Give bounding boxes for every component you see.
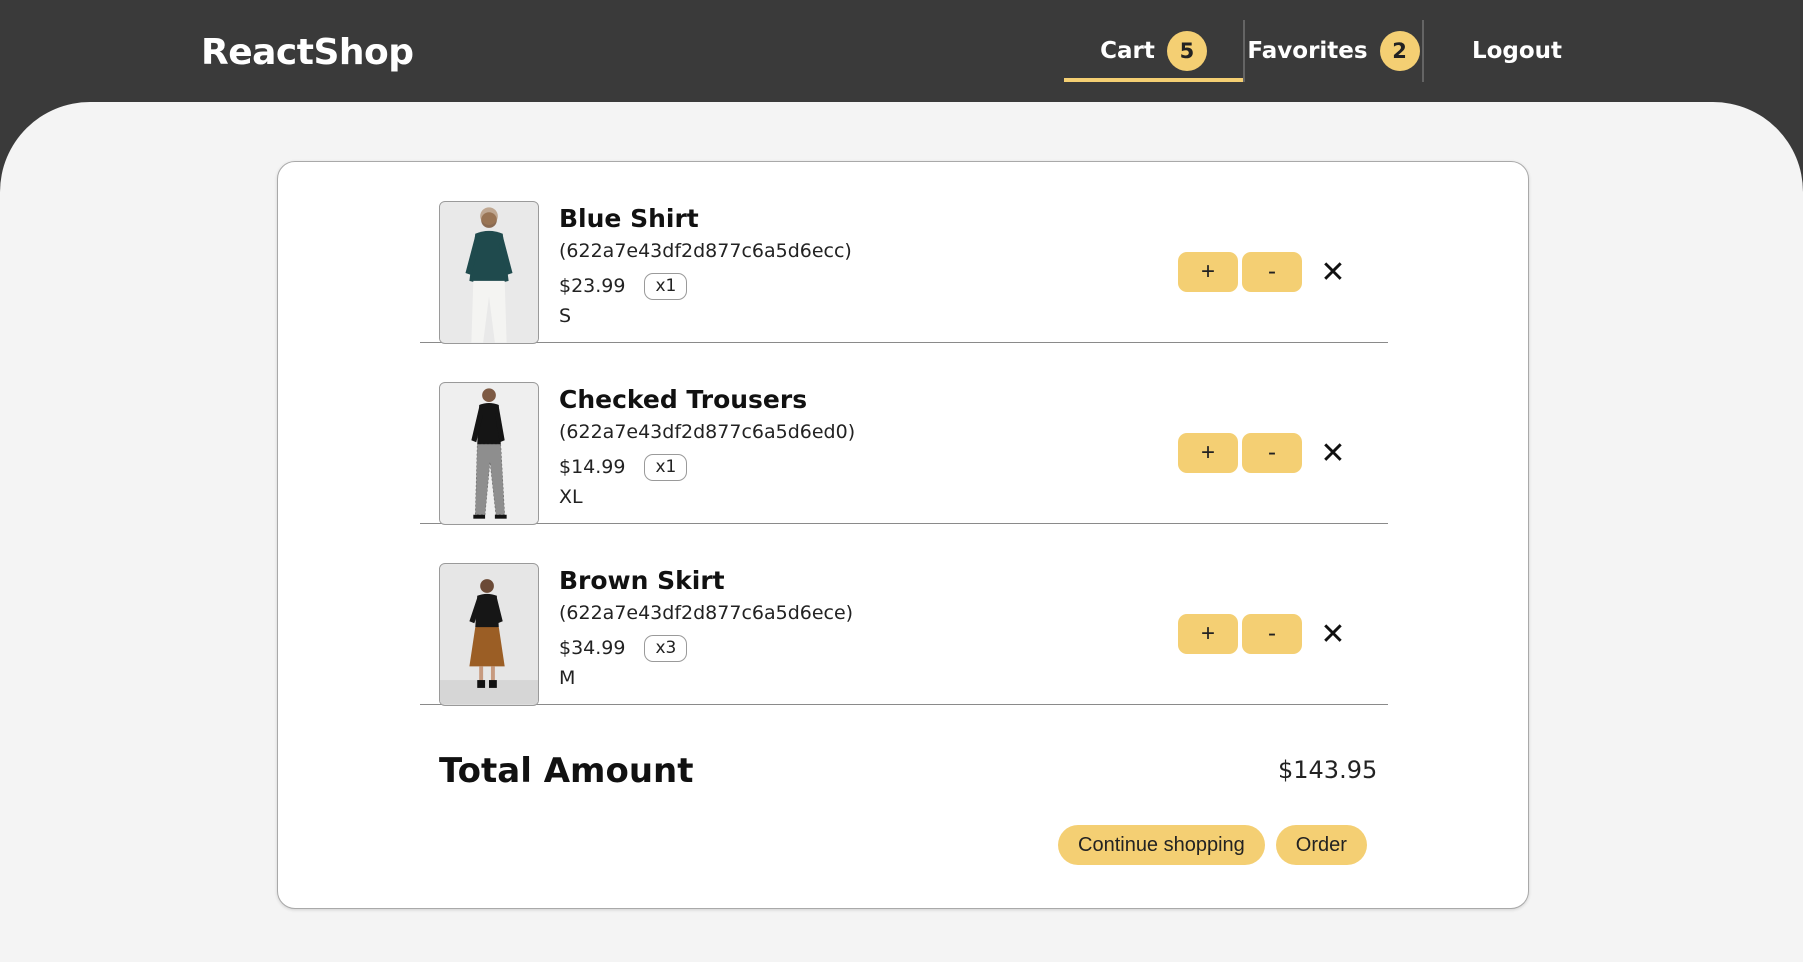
remove-item-icon[interactable]: ✕ [1316, 255, 1350, 290]
item-price: $34.99 [559, 637, 626, 659]
decrease-quantity-button[interactable]: - [1242, 252, 1302, 292]
total-amount-value: $143.95 [1278, 756, 1378, 784]
decrease-quantity-button[interactable]: - [1242, 433, 1302, 473]
main-content: Blue Shirt (622a7e43df2d877c6a5d6ecc) $2… [0, 102, 1803, 962]
remove-item-icon[interactable]: ✕ [1316, 436, 1350, 471]
cart-actions: Continue shopping Order [1058, 825, 1367, 865]
item-price: $23.99 [559, 275, 626, 297]
price-row: $34.99 x3 [559, 633, 853, 663]
product-image-blue-shirt [440, 202, 538, 343]
price-row: $14.99 x1 [559, 452, 855, 482]
nav-favorites-label: Favorites [1247, 38, 1368, 64]
increase-quantity-button[interactable]: + [1178, 433, 1238, 473]
item-info: Brown Skirt (622a7e43df2d877c6a5d6ece) $… [559, 563, 853, 691]
order-button[interactable]: Order [1275, 825, 1367, 865]
item-id: (622a7e43df2d877c6a5d6ece) [559, 602, 854, 624]
product-image-brown-skirt [440, 564, 538, 705]
nav-favorites[interactable]: Favorites 2 [1243, 20, 1422, 82]
cart-item: Checked Trousers (622a7e43df2d877c6a5d6e… [420, 343, 1388, 525]
nav-cart[interactable]: Cart 5 [1064, 20, 1243, 82]
total-amount-label: Total Amount [439, 751, 694, 791]
top-navbar: ReactShop Cart 5 Favorites 2 Logout [0, 0, 1803, 104]
price-row: $23.99 x1 [559, 271, 852, 301]
favorites-count-badge: 2 [1379, 31, 1420, 71]
item-controls: + - ✕ [1178, 252, 1350, 292]
item-quantity: x1 [644, 453, 688, 481]
decrease-quantity-button[interactable]: - [1242, 614, 1302, 654]
brand-logo[interactable]: ReactShop [201, 32, 414, 73]
cart-item: Blue Shirt (622a7e43df2d877c6a5d6ecc) $2… [420, 162, 1388, 344]
item-size: S [559, 305, 572, 327]
product-image-checked-trousers [440, 383, 538, 524]
item-quantity: x3 [644, 634, 688, 662]
increase-quantity-button[interactable]: + [1178, 614, 1238, 654]
item-id: (622a7e43df2d877c6a5d6ecc) [559, 240, 852, 262]
item-name[interactable]: Brown Skirt [559, 563, 853, 599]
nav-cart-label: Cart [1100, 38, 1155, 64]
cart-count-badge: 5 [1166, 31, 1207, 71]
increase-quantity-button[interactable]: + [1178, 252, 1238, 292]
product-image [439, 201, 539, 344]
item-controls: + - ✕ [1178, 614, 1350, 654]
item-name[interactable]: Checked Trousers [559, 382, 855, 418]
remove-item-icon[interactable]: ✕ [1316, 617, 1350, 652]
product-image [439, 382, 539, 525]
item-size: XL [559, 486, 583, 508]
cart-card: Blue Shirt (622a7e43df2d877c6a5d6ecc) $2… [277, 161, 1529, 909]
item-price: $14.99 [559, 456, 626, 478]
item-info: Blue Shirt (622a7e43df2d877c6a5d6ecc) $2… [559, 201, 852, 329]
product-image [439, 563, 539, 706]
continue-shopping-button[interactable]: Continue shopping [1058, 825, 1265, 865]
item-quantity: x1 [644, 272, 688, 300]
cart-item: Brown Skirt (622a7e43df2d877c6a5d6ece) $… [420, 524, 1388, 706]
nav-logout[interactable]: Logout [1422, 20, 1592, 82]
main-nav: Cart 5 Favorites 2 Logout [1064, 20, 1592, 82]
item-id: (622a7e43df2d877c6a5d6ed0) [559, 421, 856, 443]
item-info: Checked Trousers (622a7e43df2d877c6a5d6e… [559, 382, 855, 510]
item-size: M [559, 667, 576, 689]
item-name[interactable]: Blue Shirt [559, 201, 852, 237]
item-controls: + - ✕ [1178, 433, 1350, 473]
